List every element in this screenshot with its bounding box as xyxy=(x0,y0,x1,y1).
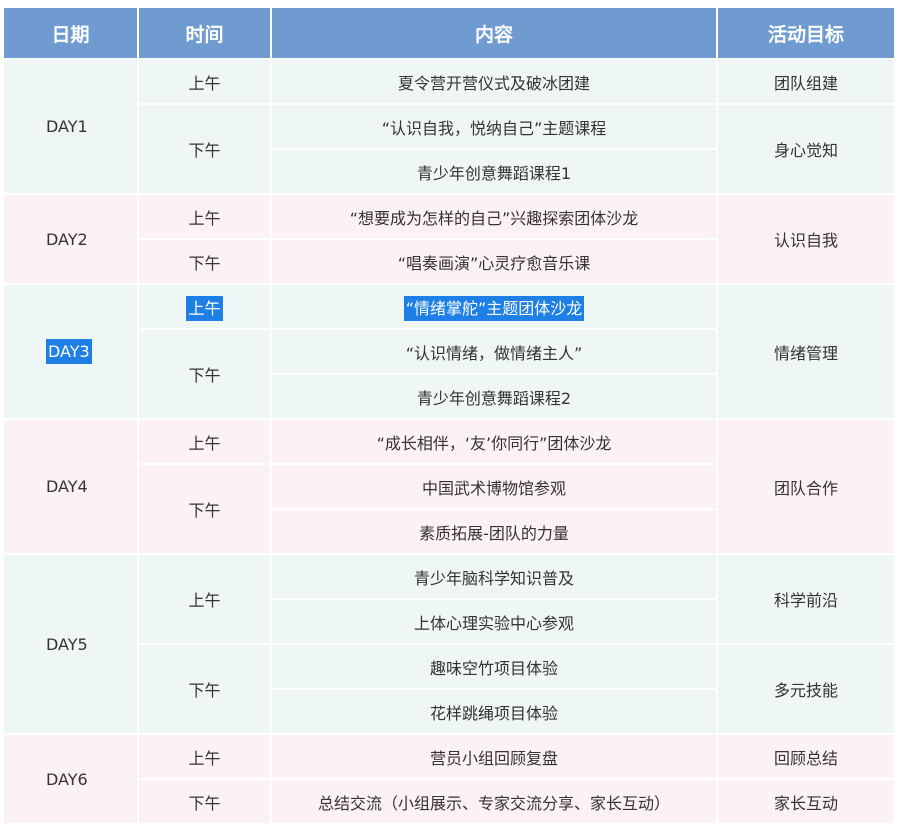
content-cell: 青少年创意舞蹈课程1 xyxy=(272,150,716,193)
content-cell: “认识自我，悦纳自己”主题课程 xyxy=(272,105,716,148)
table-row: DAY3 上午 “情绪掌舵”主题团体沙龙 情绪管理 xyxy=(4,285,894,418)
time-cell: 下午 xyxy=(139,465,270,553)
day-cell: DAY3 xyxy=(4,285,137,418)
selected-text[interactable]: 上午 xyxy=(186,295,223,321)
time-cell: 下午 xyxy=(139,780,270,823)
content-cell: 素质拓展-团队的力量 xyxy=(272,510,716,553)
goal-cell: 科学前沿 xyxy=(718,555,894,643)
header-goal: 活动目标 xyxy=(718,8,894,58)
selected-text[interactable]: “情绪掌舵”主题团体沙龙 xyxy=(403,295,585,321)
time-cell: 上午 xyxy=(139,420,270,463)
goal-cell: 情绪管理 xyxy=(718,285,894,418)
time-cell: 上午 xyxy=(139,555,270,643)
time-cell: 上午 xyxy=(139,735,270,778)
day-cell: DAY4 xyxy=(4,420,137,553)
table-row: DAY2 上午 “想要成为怎样的自己”兴趣探索团体沙龙 认识自我 xyxy=(4,195,894,283)
time-cell: 上午 xyxy=(139,195,270,238)
content-cell: 青少年创意舞蹈课程2 xyxy=(272,375,716,418)
table-row: DAY4 上午 “成长相伴，‘友’你同行”团体沙龙 团队合作 xyxy=(4,420,894,553)
content-cell: “成长相伴，‘友’你同行”团体沙龙 xyxy=(272,420,716,463)
day-cell: DAY6 xyxy=(4,735,137,823)
content-cell: “情绪掌舵”主题团体沙龙 xyxy=(272,285,716,328)
day-cell: DAY5 xyxy=(4,555,137,733)
time-cell: 下午 xyxy=(139,240,270,283)
content-cell: 夏令营开营仪式及破冰团建 xyxy=(272,60,716,103)
content-cell: “认识情绪，做情绪主人” xyxy=(272,330,716,373)
day-cell: DAY1 xyxy=(4,60,137,193)
time-cell: 上午 xyxy=(139,60,270,103)
header-date: 日期 xyxy=(4,8,137,58)
goal-cell: 团队组建 xyxy=(718,60,894,103)
goal-cell: 身心觉知 xyxy=(718,105,894,193)
table-row: DAY5 上午 青少年脑科学知识普及 科学前沿 xyxy=(4,555,894,733)
content-cell: 青少年脑科学知识普及 xyxy=(272,555,716,598)
content-cell: 上体心理实验中心参观 xyxy=(272,600,716,643)
header-content: 内容 xyxy=(272,8,716,58)
goal-cell: 家长互动 xyxy=(718,780,894,823)
content-cell: 营员小组回顾复盘 xyxy=(272,735,716,778)
content-cell: 花样跳绳项目体验 xyxy=(272,690,716,733)
time-cell: 下午 xyxy=(139,330,270,418)
goal-cell: 团队合作 xyxy=(718,420,894,553)
time-cell: 下午 xyxy=(139,105,270,193)
time-cell: 下午 xyxy=(139,645,270,733)
goal-cell: 回顾总结 xyxy=(718,735,894,778)
header-row: 日期 时间 内容 活动目标 xyxy=(4,8,894,58)
selected-text[interactable]: DAY3 xyxy=(46,339,92,364)
header-time: 时间 xyxy=(139,8,270,58)
content-cell: 中国武术博物馆参观 xyxy=(272,465,716,508)
content-cell: 总结交流（小组展示、专家交流分享、家长互动） xyxy=(272,780,716,823)
content-cell: “想要成为怎样的自己”兴趣探索团体沙龙 xyxy=(272,195,716,238)
schedule-table: 日期 时间 内容 活动目标 DAY1 上午 夏令营开营仪式及破冰团建 团队组建 … xyxy=(2,6,896,825)
day-cell: DAY2 xyxy=(4,195,137,283)
goal-cell: 认识自我 xyxy=(718,195,894,283)
table-row: DAY1 上午 夏令营开营仪式及破冰团建 团队组建 xyxy=(4,60,894,193)
content-cell: 趣味空竹项目体验 xyxy=(272,645,716,688)
content-cell: “唱奏画演”心灵疗愈音乐课 xyxy=(272,240,716,283)
table-row: 下午 趣味空竹项目体验 多元技能 xyxy=(4,645,894,733)
goal-cell: 多元技能 xyxy=(718,645,894,733)
table-row: DAY6 上午 营员小组回顾复盘 回顾总结 xyxy=(4,735,894,823)
table-row: 下午 总结交流（小组展示、专家交流分享、家长互动） 家长互动 xyxy=(4,780,894,823)
time-cell: 上午 xyxy=(139,285,270,328)
table-row: 下午 “认识自我，悦纳自己”主题课程 身心觉知 xyxy=(4,105,894,193)
